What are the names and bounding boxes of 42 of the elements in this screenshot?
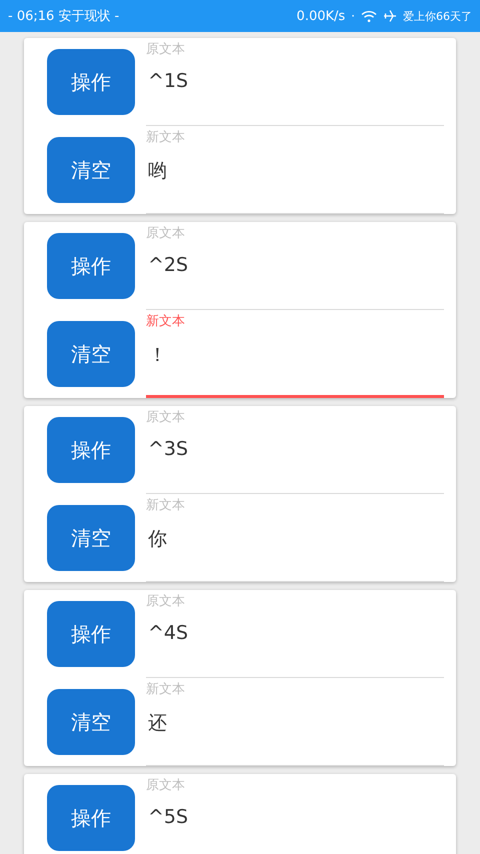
action-button[interactable]: 操作 (47, 233, 135, 299)
field-value: 你 (147, 527, 168, 552)
field-label: 原文本 (146, 42, 186, 58)
field-value: ^2S (147, 254, 190, 276)
action-button[interactable]: 清空 (47, 321, 135, 387)
network-speed: 0.00K/s (296, 8, 346, 24)
action-button[interactable]: 清空 (47, 505, 135, 571)
field-value: ！ (147, 343, 168, 368)
field-label: 新文本 (146, 130, 186, 146)
text-field[interactable]: 原文本 ^1S (146, 38, 444, 126)
field-label: 原文本 (146, 594, 186, 610)
field-value: ^4S (147, 622, 190, 644)
text-field[interactable]: 新文本 你 (146, 494, 444, 582)
action-button[interactable]: 操作 (47, 601, 135, 667)
status-text: 爱上你66天了 (403, 8, 472, 24)
text-field[interactable]: 原文本 ^2S (146, 222, 444, 310)
field-label: 原文本 (146, 226, 186, 242)
action-button[interactable]: 操作 (47, 785, 135, 851)
text-field[interactable]: 原文本 ^4S (146, 590, 444, 678)
field-value: ^1S (147, 70, 190, 92)
text-field[interactable]: 新文本 还 (146, 678, 444, 766)
action-button[interactable]: 清空 (47, 137, 135, 203)
field-value: 还 (147, 711, 168, 736)
field-label: 原文本 (146, 410, 186, 426)
airplane-icon (383, 9, 397, 23)
text-field[interactable]: 新文本 ！ (146, 310, 444, 398)
text-field[interactable]: 原文本 ^5S (146, 774, 444, 854)
field-value: ^3S (147, 438, 190, 460)
text-field[interactable]: 原文本 ^3S (146, 406, 444, 494)
field-label: 新文本 (146, 682, 186, 698)
status-text: - 06;16 安于现状 - (8, 8, 120, 25)
field-label: 新文本 (146, 498, 186, 514)
action-button[interactable]: 操作 (47, 417, 135, 483)
field-label: 新文本 (146, 314, 186, 330)
wifi-icon (361, 10, 377, 22)
text-field[interactable]: 新文本 哟 (146, 126, 444, 214)
action-button[interactable]: 清空 (47, 689, 135, 755)
field-value: 哟 (147, 159, 168, 184)
field-value: ^5S (147, 806, 190, 828)
separator-dot: · (351, 9, 355, 23)
field-label: 原文本 (146, 778, 186, 794)
action-button[interactable]: 操作 (47, 49, 135, 115)
